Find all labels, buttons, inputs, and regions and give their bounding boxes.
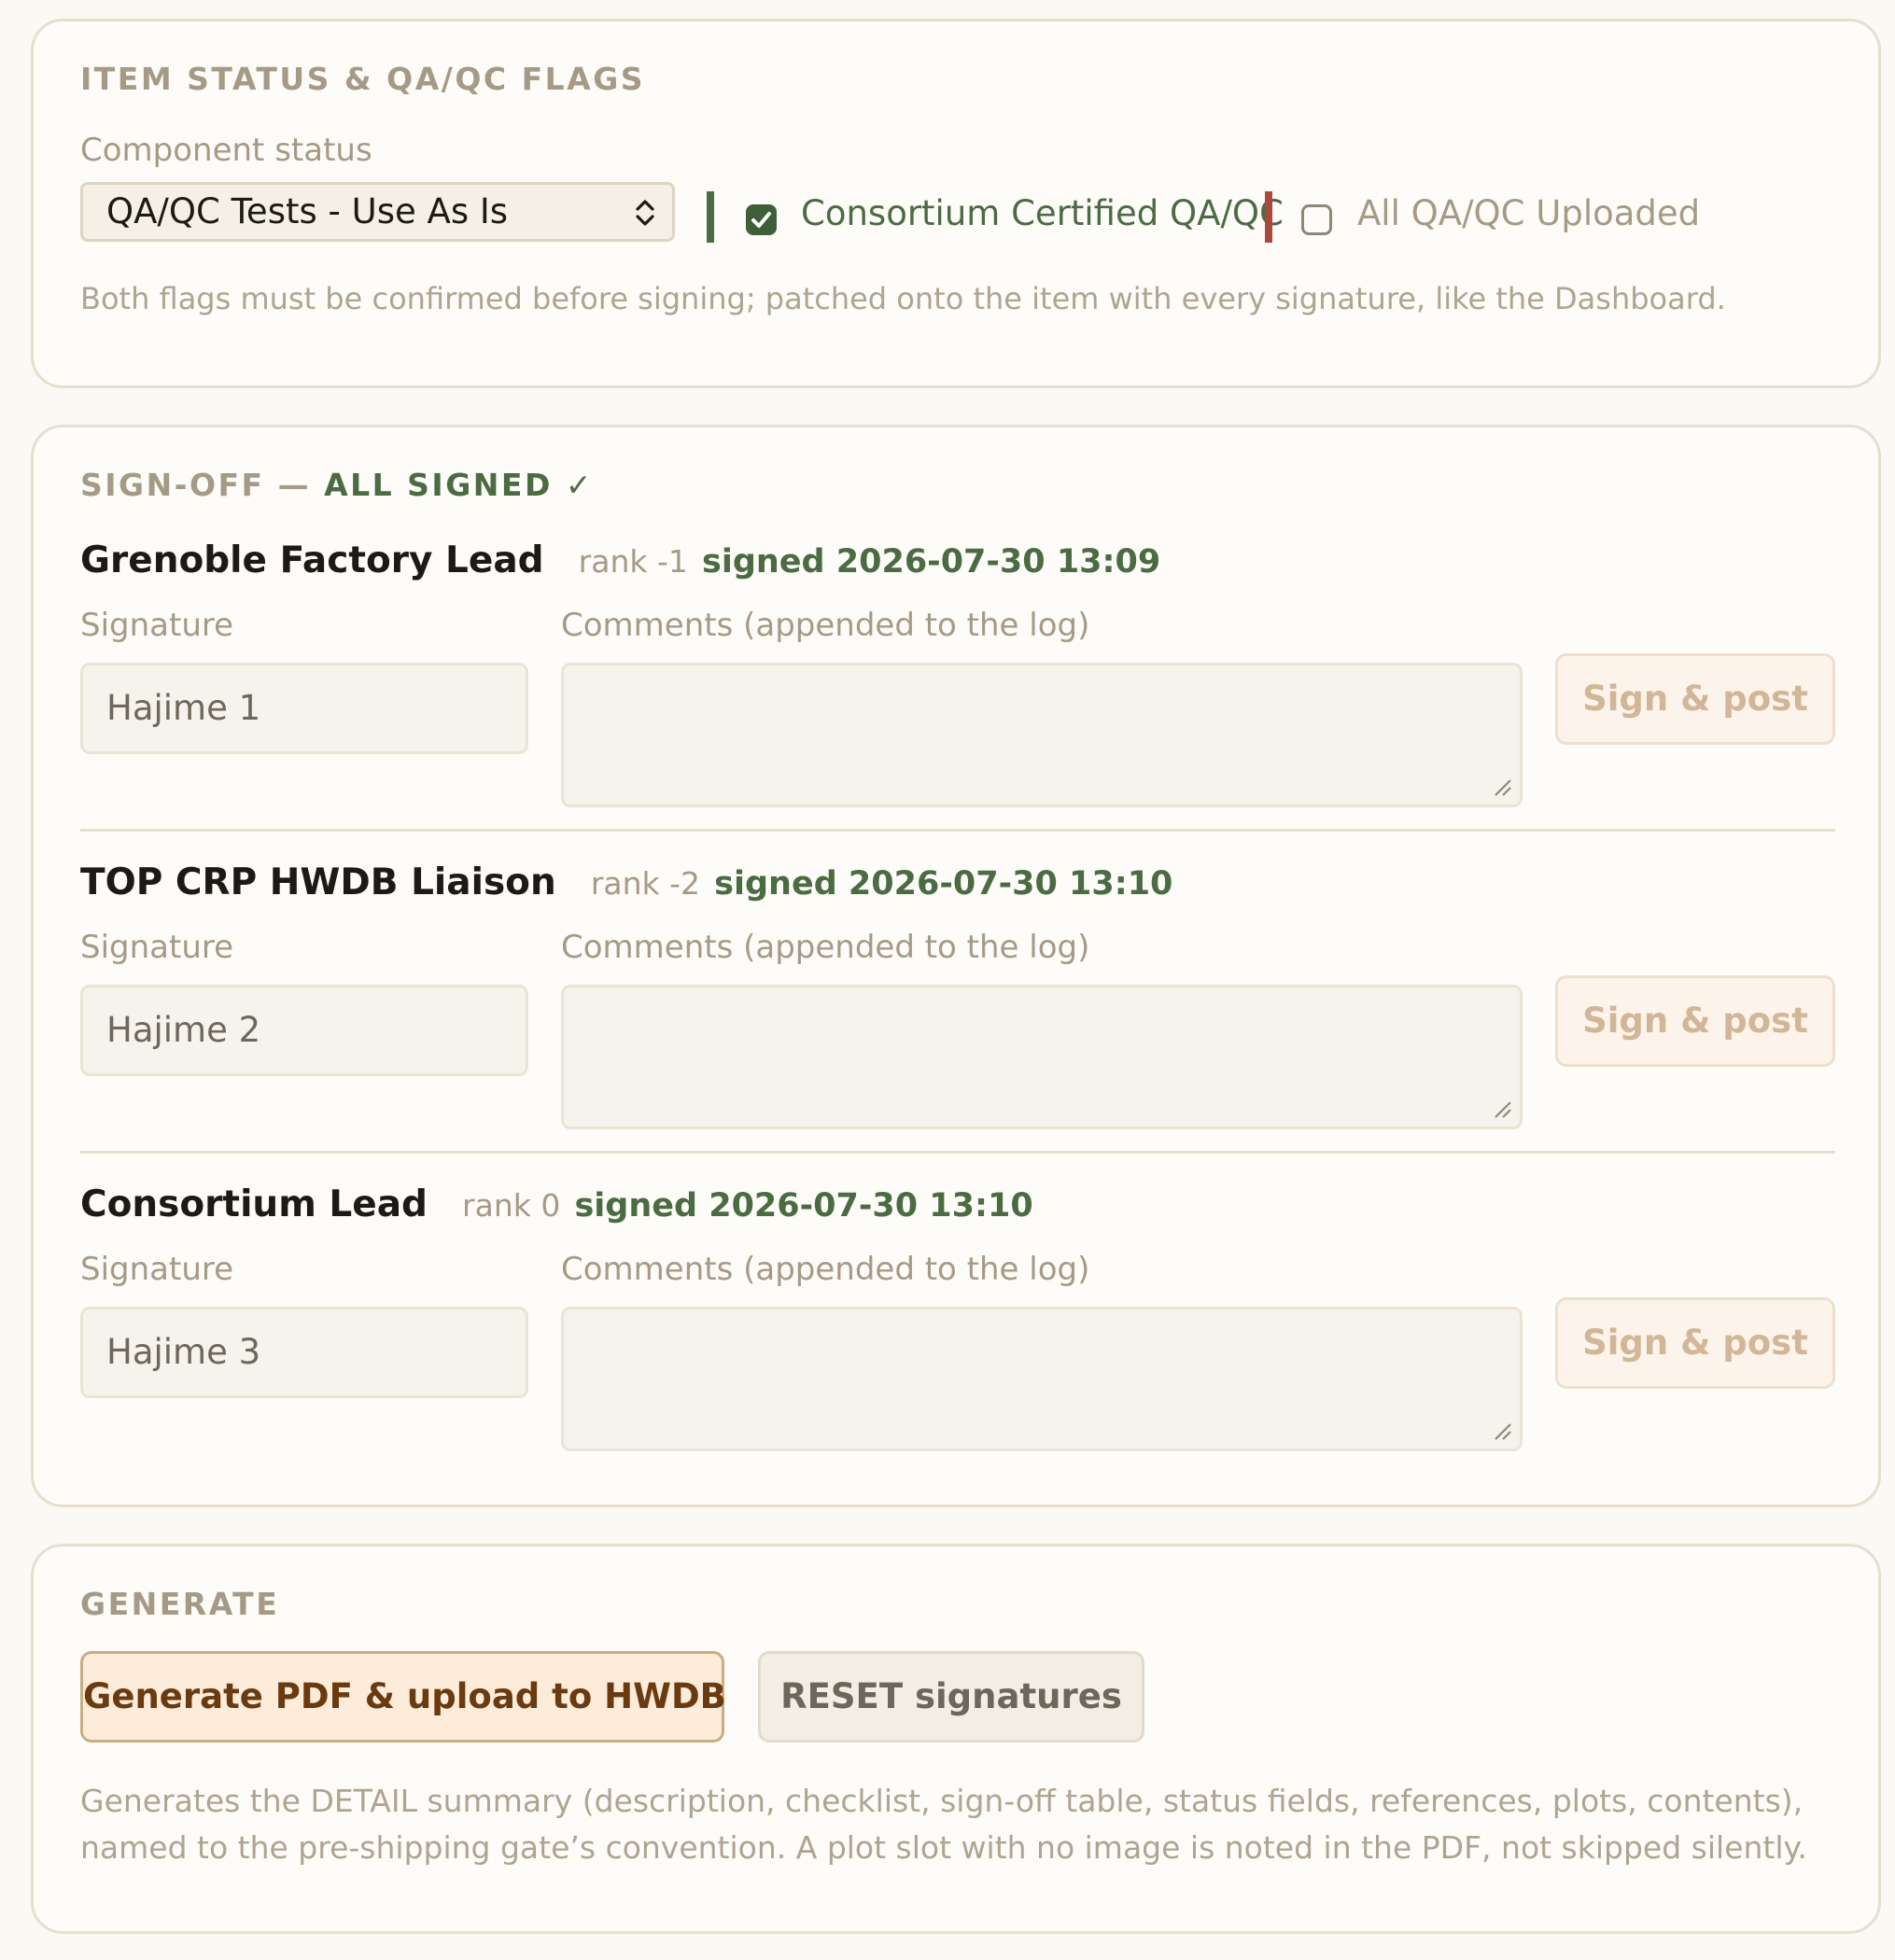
signoff-row-header: Grenoble Factory Lead rank -1 signed 202…	[80, 539, 1160, 581]
signed-timestamp: signed 2026-07-30 13:10	[574, 1187, 1033, 1225]
component-status-select[interactable]: QA/QC Tests - Use As Is	[80, 182, 675, 242]
signature-label: Signature	[80, 1251, 234, 1288]
signoff-title-status: ALL SIGNED ✓	[324, 467, 594, 503]
comments-textarea[interactable]	[561, 985, 1523, 1129]
uploaded-flag-bar	[1265, 191, 1272, 243]
component-status-value: QA/QC Tests - Use As Is	[106, 191, 509, 231]
generate-help-text: Generates the DETAIL summary (descriptio…	[80, 1783, 1807, 1866]
signature-input[interactable]: Hajime 2	[80, 985, 528, 1076]
sign-post-button[interactable]: Sign & post	[1555, 1297, 1835, 1389]
certified-checkbox[interactable]	[746, 204, 777, 235]
signed-timestamp: signed 2026-07-30 13:10	[714, 865, 1173, 903]
select-chevron-icon	[636, 200, 654, 226]
signer-rank: rank -2	[590, 865, 701, 902]
signoff-row-header: Consortium Lead rank 0 signed 2026-07-30…	[80, 1183, 1033, 1225]
comments-label: Comments (appended to the log)	[561, 929, 1090, 966]
signed-timestamp: signed 2026-07-30 13:09	[701, 543, 1161, 581]
row-divider	[80, 829, 1835, 832]
comments-textarea[interactable]	[561, 1307, 1523, 1451]
sign-post-button[interactable]: Sign & post	[1555, 975, 1835, 1067]
resize-grip-icon[interactable]	[1492, 1099, 1512, 1119]
generate-section-title: GENERATE	[80, 1586, 280, 1622]
check-icon	[751, 212, 771, 228]
item-status-card: ITEM STATUS & QA/QC FLAGS Component stat…	[31, 19, 1881, 388]
signer-rank: rank 0	[462, 1187, 561, 1224]
comments-label: Comments (appended to the log)	[561, 607, 1090, 644]
signoff-row-header: TOP CRP HWDB Liaison rank -2 signed 2026…	[80, 861, 1172, 903]
signoff-section-title: SIGN-OFF — ALL SIGNED ✓	[80, 467, 594, 503]
certified-flag-label[interactable]: Consortium Certified QA/QC	[801, 193, 1284, 233]
signer-role: TOP CRP HWDB Liaison	[80, 861, 556, 903]
status-help-text: Both flags must be confirmed before sign…	[80, 281, 1726, 316]
signer-role: Consortium Lead	[80, 1183, 428, 1225]
signature-input[interactable]: Hajime 1	[80, 663, 528, 754]
signature-label: Signature	[80, 929, 234, 966]
signer-role: Grenoble Factory Lead	[80, 539, 544, 581]
uploaded-flag-label[interactable]: All QA/QC Uploaded	[1357, 193, 1700, 233]
generate-card: GENERATE Generate PDF & upload to HWDB R…	[31, 1544, 1881, 1934]
comments-label: Comments (appended to the log)	[561, 1251, 1090, 1288]
status-section-title: ITEM STATUS & QA/QC FLAGS	[80, 61, 646, 97]
certified-flag-bar	[707, 191, 714, 243]
row-divider	[80, 1151, 1835, 1154]
comments-textarea[interactable]	[561, 663, 1523, 807]
signoff-title-prefix: SIGN-OFF —	[80, 467, 325, 503]
generate-pdf-button[interactable]: Generate PDF & upload to HWDB	[80, 1651, 726, 1743]
reset-signatures-button[interactable]: RESET signatures	[758, 1651, 1144, 1743]
signature-label: Signature	[80, 607, 234, 644]
signer-rank: rank -1	[578, 543, 688, 580]
component-status-label: Component status	[80, 132, 372, 169]
uploaded-checkbox[interactable]	[1301, 204, 1332, 235]
resize-grip-icon[interactable]	[1492, 1421, 1512, 1441]
signature-input[interactable]: Hajime 3	[80, 1307, 528, 1398]
signoff-card: SIGN-OFF — ALL SIGNED ✓ Grenoble Factory…	[31, 425, 1881, 1507]
resize-grip-icon[interactable]	[1492, 777, 1512, 797]
sign-post-button[interactable]: Sign & post	[1555, 653, 1835, 745]
